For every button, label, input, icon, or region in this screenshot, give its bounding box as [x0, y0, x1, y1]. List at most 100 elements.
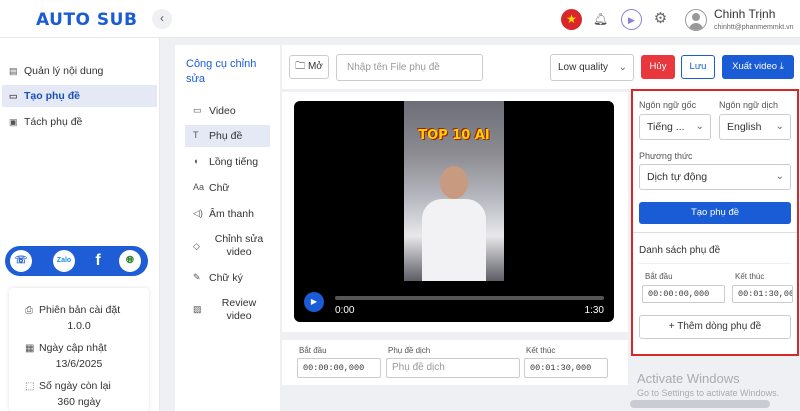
- video-player[interactable]: TOP 10 AI ▶ 0:00 1:30: [294, 101, 614, 322]
- translated-subtitle-input[interactable]: Phụ đề dịch: [386, 358, 520, 378]
- signature-icon: ✎: [193, 272, 201, 282]
- font-icon: Aa: [193, 182, 205, 192]
- install-icon: ⎙: [25, 305, 33, 316]
- target-lang-label: Ngôn ngữ dịch: [719, 100, 779, 110]
- quality-value: Low quality: [558, 62, 609, 73]
- current-time: 0:00: [335, 305, 355, 316]
- version-row: ⎙ Phiên bản cài đặt: [25, 304, 120, 316]
- activate-windows-subtitle: Go to Settings to activate Windows.: [637, 388, 780, 398]
- source-lang-value: Tiếng ...: [647, 121, 685, 133]
- start-label: Bắt đầu: [299, 346, 327, 355]
- tools-title: Công cụ chỉnh sửa: [186, 58, 257, 85]
- document-icon: ▤: [9, 66, 18, 76]
- tool-label: Phụ đề: [209, 130, 243, 142]
- video-overlay-title: TOP 10 AI: [418, 128, 490, 143]
- text-icon: T: [193, 130, 199, 140]
- image-icon: ▨: [193, 304, 202, 314]
- video-controls: ▶ 0:00 1:30: [294, 284, 614, 322]
- cancel-button[interactable]: Hủy: [641, 55, 675, 79]
- info-card: ⎙ Phiên bản cài đặt 1.0.0 ▦ Ngày cập nhật …: [9, 288, 149, 411]
- toolbar: 🗀︎ Mở Nhập tên File phụ đề Low quality ⌄ …: [282, 45, 800, 89]
- subtitle-icon: ▭: [9, 91, 18, 101]
- duration: 1:30: [584, 305, 604, 316]
- tool-label: Video: [209, 105, 236, 117]
- tool-subtitle[interactable]: T Phụ đề: [185, 125, 270, 147]
- method-select[interactable]: Dịch tự động ⌄: [639, 164, 791, 190]
- chevron-down-icon: ⌄: [618, 62, 627, 73]
- start-time-input[interactable]: 00:00:00,000: [297, 358, 381, 378]
- sidebar-item-extract-subtitle[interactable]: ▣ Tách phụ đề: [2, 111, 157, 133]
- end-label: Kết thúc: [526, 346, 556, 355]
- tool-label: Lồng tiếng: [209, 156, 259, 168]
- sidebar-item-create-subtitle[interactable]: ▭ Tạo phụ đề: [2, 85, 157, 107]
- open-button[interactable]: 🗀︎ Mở: [289, 55, 329, 79]
- progress-bar[interactable]: [335, 296, 604, 300]
- divider: [633, 232, 797, 233]
- source-lang-select[interactable]: Tiếng ... ⌄: [639, 114, 711, 140]
- days-left-row: ⬚ Số ngày còn lại: [25, 380, 111, 392]
- end-time-input[interactable]: 00:01:30,000: [524, 358, 608, 378]
- sidebar-item-label: Quản lý nội dung: [24, 65, 104, 77]
- tool-label: Review video: [221, 297, 257, 322]
- audio-icon: ◁): [193, 208, 203, 218]
- horizontal-scrollbar[interactable]: [630, 400, 770, 408]
- version-label: Phiên bản cài đặt: [39, 304, 121, 316]
- folder-icon: 🗀︎: [295, 61, 308, 72]
- support-chat-icon[interactable]: ☏: [10, 250, 32, 272]
- save-button[interactable]: Lưu: [681, 55, 715, 79]
- app-logo[interactable]: AUTO SUB: [36, 10, 137, 30]
- voice-icon: ◖: [193, 156, 199, 166]
- method-value: Dịch tự động: [647, 171, 708, 183]
- avatar[interactable]: [685, 9, 707, 31]
- video-area: TOP 10 AI ▶ 0:00 1:30: [282, 92, 628, 332]
- method-label: Phương thức: [639, 151, 693, 161]
- list-start-time-input[interactable]: 00:00:00,000: [642, 285, 725, 303]
- box-icon: ⬚: [25, 381, 35, 392]
- zalo-icon[interactable]: Zalo: [53, 250, 75, 272]
- sidebar-item-label: Tạo phụ đề: [24, 90, 80, 102]
- bell-icon[interactable]: 🔔︎: [590, 9, 611, 30]
- download-icon: ⤓: [779, 61, 784, 72]
- subtitle-settings-panel: Ngôn ngữ gốc Tiếng ... ⌄ Ngôn ngữ dịch En…: [631, 89, 799, 356]
- extract-icon: ▣: [9, 117, 18, 127]
- quality-select[interactable]: Low quality ⌄: [550, 54, 634, 81]
- target-lang-select[interactable]: English ⌄: [719, 114, 791, 140]
- sidebar-item-label: Tách phụ đề: [24, 116, 83, 128]
- facebook-icon[interactable]: f: [87, 250, 109, 272]
- tool-label: Chỉnh sửa video: [214, 233, 264, 258]
- version-value: 1.0.0: [67, 320, 91, 332]
- translated-label: Phụ đề dịch: [388, 346, 431, 355]
- tools-panel: Công cụ chỉnh sửa ▭ Video T Phụ đề ◖ Lồng t…: [175, 45, 280, 411]
- play-button[interactable]: ▶: [304, 292, 324, 312]
- subtitle-list-title: Danh sách phụ đề: [639, 245, 721, 256]
- gear-icon[interactable]: ⚙: [650, 9, 671, 30]
- list-start-label: Bắt đầu: [645, 272, 673, 281]
- user-email: chinhtt@phanmemmkt.vn: [714, 24, 794, 31]
- globe-icon[interactable]: 🌐︎: [119, 250, 141, 272]
- updated-value: 13/6/2025: [55, 358, 103, 370]
- open-label: Mở: [307, 61, 323, 72]
- subtitle-filename-input[interactable]: Nhập tên File phụ đề: [336, 54, 483, 81]
- updated-label: Ngày cập nhật: [39, 342, 107, 354]
- create-subtitle-button[interactable]: Tạo phụ đề: [639, 202, 791, 224]
- days-left-label: Số ngày còn lại: [39, 380, 111, 392]
- presenter-head: [440, 166, 468, 199]
- tool-label: Chữ ký: [209, 272, 243, 284]
- tool-label: Chữ: [209, 182, 230, 194]
- target-lang-value: English: [727, 121, 762, 133]
- tool-label: Âm thanh: [209, 208, 254, 220]
- export-video-button[interactable]: Xuất video ⤓: [722, 55, 794, 79]
- video-icon: ▭: [193, 105, 202, 115]
- language-flag-icon[interactable]: ★: [561, 9, 582, 30]
- list-end-label: Kết thúc: [735, 272, 765, 281]
- chevron-down-icon: ⌄: [775, 121, 784, 132]
- collapse-sidebar-button[interactable]: ‹: [152, 9, 172, 29]
- chevron-down-icon: ⌄: [695, 121, 704, 132]
- list-end-time-input[interactable]: 00:01:30,000: [732, 285, 793, 303]
- play-circle-icon[interactable]: ▶: [621, 9, 642, 30]
- presenter-body: [422, 199, 486, 281]
- subtitle-timeline: Bắt đầu 00:00:00,000 Phụ đề dịch Phụ đề …: [282, 340, 628, 385]
- add-subtitle-row-button[interactable]: + Thêm dòng phụ đề: [639, 315, 791, 339]
- source-lang-label: Ngôn ngữ gốc: [639, 100, 697, 110]
- sidebar-item-content-management[interactable]: ▤ Quản lý nội dung: [2, 60, 157, 82]
